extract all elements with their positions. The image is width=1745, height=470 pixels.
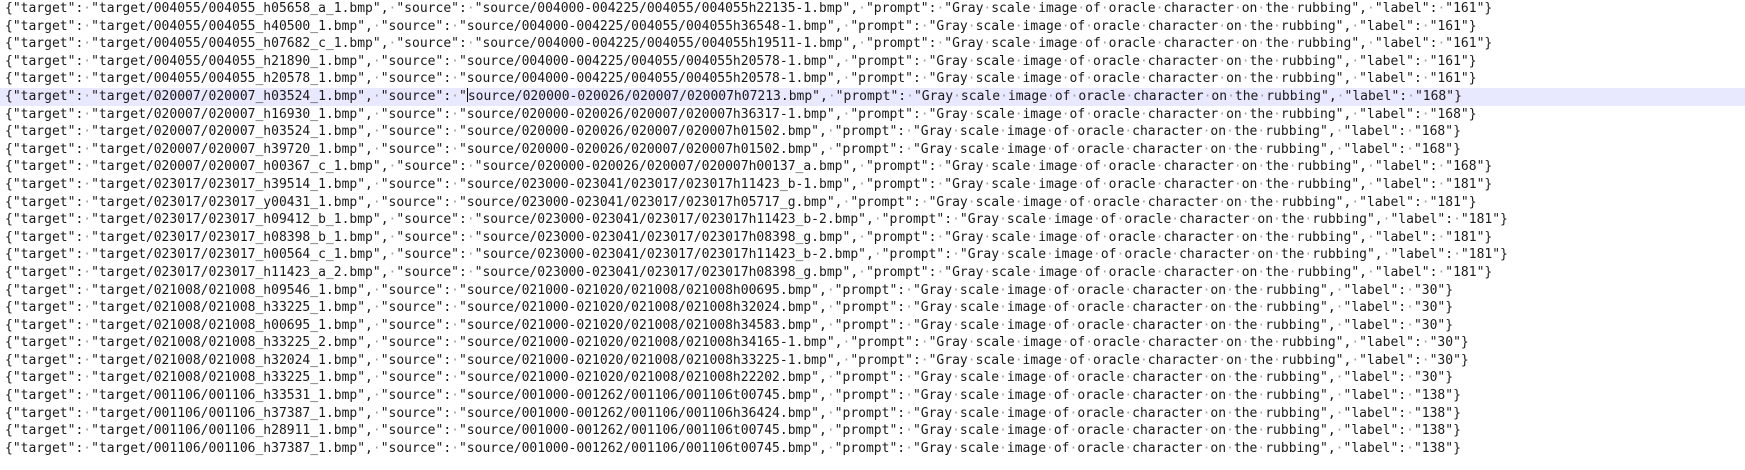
text-line[interactable]: {"target":·"target/004055/004055_h20578_… bbox=[0, 70, 1745, 88]
text-line[interactable]: {"target":·"target/021008/021008_h09546_… bbox=[0, 282, 1745, 300]
text-line[interactable]: {"target":·"target/023017/023017_h00564_… bbox=[0, 246, 1745, 264]
text-line[interactable]: {"target":·"target/001106/001106_h28911_… bbox=[0, 422, 1745, 440]
text-line[interactable]: {"target":·"target/023017/023017_h39514_… bbox=[0, 176, 1745, 194]
text-line[interactable]: {"target":·"target/020007/020007_h03524_… bbox=[0, 87, 1745, 106]
text-line[interactable]: {"target":·"target/020007/020007_h00367_… bbox=[0, 158, 1745, 176]
text-line[interactable]: {"target":·"target/004055/004055_h21890_… bbox=[0, 53, 1745, 71]
text-line[interactable]: {"target":·"target/021008/021008_h32024_… bbox=[0, 352, 1745, 370]
text-line[interactable]: {"target":·"target/020007/020007_h16930_… bbox=[0, 106, 1745, 124]
text-line[interactable]: {"target":·"target/023017/023017_h09412_… bbox=[0, 211, 1745, 229]
text-editor[interactable]: {"target":·"target/004055/004055_h05658_… bbox=[0, 0, 1745, 470]
text-line[interactable]: {"target":·"target/023017/023017_h08398_… bbox=[0, 229, 1745, 247]
text-line[interactable]: {"target":·"target/023017/023017_y00431_… bbox=[0, 194, 1745, 212]
text-line[interactable]: {"target":·"target/001106/001106_h33531_… bbox=[0, 387, 1745, 405]
text-line[interactable]: {"target":·"target/020007/020007_h03524_… bbox=[0, 123, 1745, 141]
text-line[interactable]: {"target":·"target/021008/021008_h00695_… bbox=[0, 317, 1745, 335]
text-line[interactable]: {"target":·"target/021008/021008_h33225_… bbox=[0, 369, 1745, 387]
text-line[interactable]: {"target":·"target/021008/021008_h33225_… bbox=[0, 334, 1745, 352]
text-line[interactable]: {"target":·"target/021008/021008_h33225_… bbox=[0, 299, 1745, 317]
text-line[interactable]: {"target":·"target/001106/001106_h37387_… bbox=[0, 440, 1745, 458]
text-line[interactable]: {"target":·"target/020007/020007_h39720_… bbox=[0, 141, 1745, 159]
text-lines: {"target":·"target/004055/004055_h05658_… bbox=[0, 0, 1745, 457]
text-caret bbox=[466, 87, 468, 102]
text-line[interactable]: {"target":·"target/004055/004055_h07682_… bbox=[0, 35, 1745, 53]
text-line[interactable]: {"target":·"target/004055/004055_h40500_… bbox=[0, 18, 1745, 36]
text-line[interactable]: {"target":·"target/004055/004055_h05658_… bbox=[0, 0, 1745, 18]
text-line[interactable]: {"target":·"target/023017/023017_h11423_… bbox=[0, 264, 1745, 282]
text-line[interactable]: {"target":·"target/001106/001106_h37387_… bbox=[0, 405, 1745, 423]
